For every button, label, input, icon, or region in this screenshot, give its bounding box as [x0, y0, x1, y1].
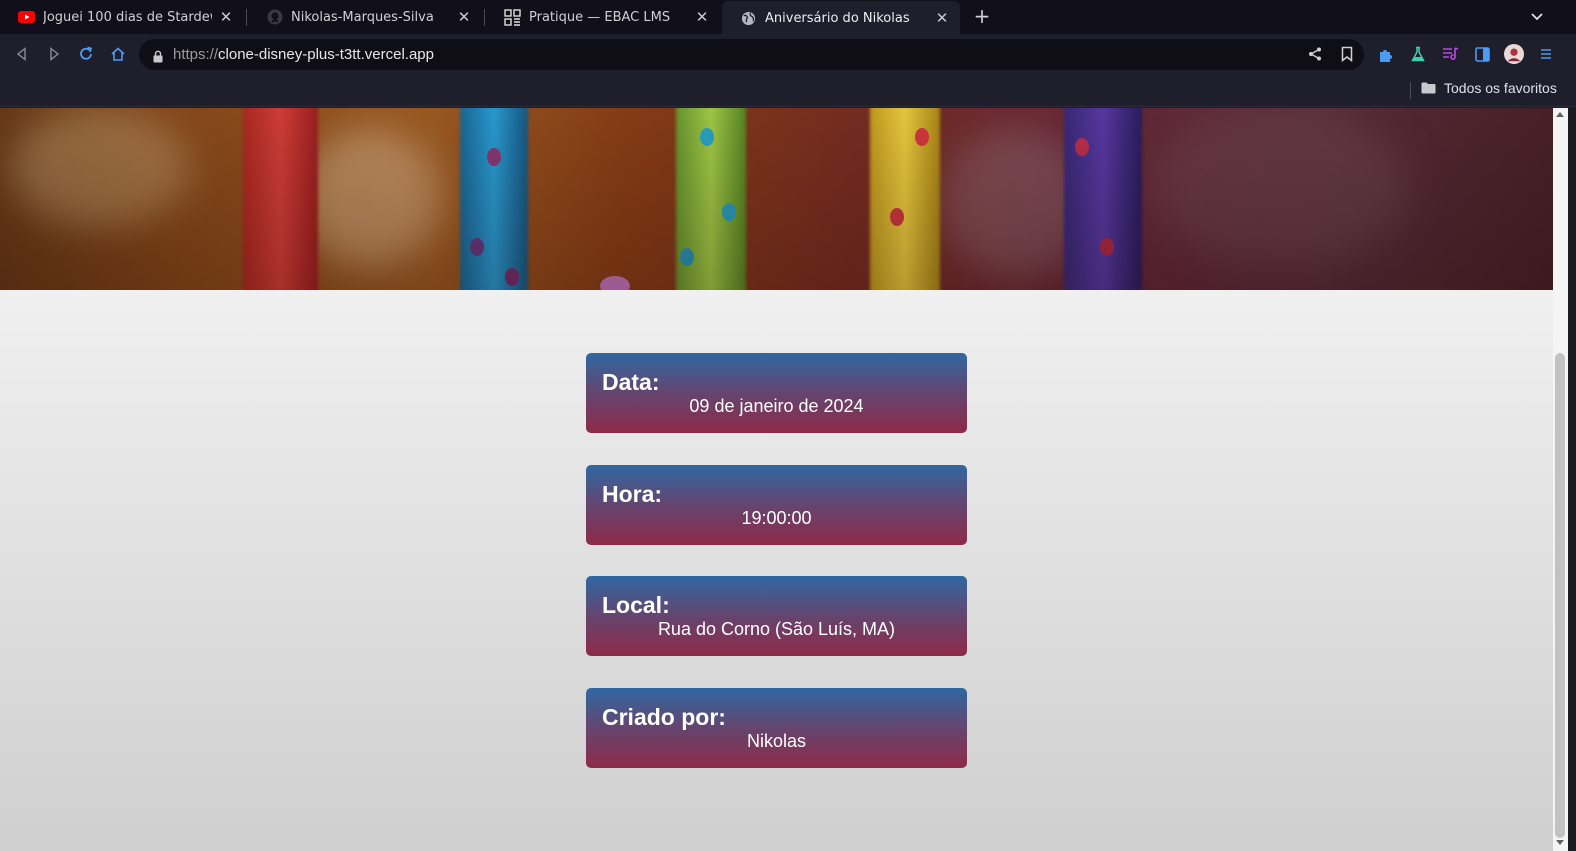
url-text[interactable]: https://clone-disney-plus-t3tt.vercel.ap…	[173, 46, 434, 63]
scroll-up-arrow-icon[interactable]	[1556, 112, 1564, 117]
labs-flask-icon[interactable]	[1408, 44, 1428, 64]
new-tab-button[interactable]: +	[971, 5, 993, 27]
card-label: Local:	[602, 592, 670, 618]
bookmarks-divider	[1410, 82, 1411, 99]
back-button[interactable]	[12, 44, 32, 64]
extensions-puzzle-icon[interactable]	[1376, 44, 1396, 64]
github-icon	[266, 9, 283, 26]
tab-divider	[484, 9, 485, 26]
tab-aniversario[interactable]: Aniversário do Nikolas ✕	[722, 1, 960, 35]
bookmarks-bar: Todos os favoritos	[0, 74, 1576, 107]
tab-ebac[interactable]: Pratique — EBAC LMS ✕	[486, 0, 720, 34]
close-tab-icon[interactable]: ✕	[218, 8, 234, 26]
forward-button[interactable]	[44, 44, 64, 64]
card-value: Rua do Corno (São Luís, MA)	[657, 619, 896, 639]
info-card-hora: Hora: 19:00:00	[586, 465, 967, 545]
info-card-data: Data: 09 de janeiro de 2024	[586, 353, 967, 433]
media-playlist-icon[interactable]	[1440, 44, 1460, 64]
close-tab-icon[interactable]: ✕	[934, 9, 950, 27]
card-value: Nikolas	[746, 731, 807, 751]
share-icon[interactable]	[1305, 44, 1325, 64]
window-edge	[1568, 108, 1576, 851]
home-button[interactable]	[108, 44, 128, 64]
tab-divider	[246, 9, 247, 26]
all-bookmarks-label: Todos os favoritos	[1444, 80, 1557, 96]
tab-title: Joguei 100 dias de Stardew V	[43, 9, 212, 25]
url-host: clone-disney-plus-t3tt.vercel.app	[218, 46, 434, 63]
menu-icon[interactable]	[1536, 44, 1556, 64]
browser-toolbar: https://clone-disney-plus-t3tt.vercel.ap…	[0, 34, 1576, 74]
close-tab-icon[interactable]: ✕	[694, 8, 710, 26]
info-card-local: Local: Rua do Corno (São Luís, MA)	[586, 576, 967, 656]
card-label: Criado por:	[602, 704, 726, 730]
card-value: 09 de janeiro de 2024	[689, 396, 864, 416]
profile-avatar[interactable]	[1504, 44, 1524, 64]
hero-birthday-candles-image	[0, 108, 1553, 290]
tab-title: Aniversário do Nikolas	[765, 10, 910, 26]
card-label: Data:	[602, 369, 660, 395]
folder-icon	[1421, 82, 1436, 94]
url-scheme: https://	[173, 46, 219, 63]
side-panel-icon[interactable]	[1472, 44, 1492, 64]
card-value: 19:00:00	[741, 508, 812, 528]
tab-search-chevron-icon[interactable]	[1528, 8, 1546, 26]
scrollbar-thumb[interactable]	[1555, 353, 1565, 838]
page-scrollbar[interactable]	[1553, 108, 1568, 851]
ebac-icon	[504, 8, 521, 26]
tab-title: Pratique — EBAC LMS	[529, 9, 671, 25]
youtube-icon	[18, 9, 35, 26]
scroll-down-arrow-icon[interactable]	[1556, 840, 1564, 845]
tab-github[interactable]: Nikolas-Marques-Silva ✕	[248, 0, 482, 34]
tab-title: Nikolas-Marques-Silva	[291, 9, 434, 25]
tab-youtube[interactable]: Joguei 100 dias de Stardew V ✕	[0, 0, 244, 34]
globe-icon	[740, 10, 757, 27]
all-bookmarks-button[interactable]: Todos os favoritos	[1421, 80, 1557, 96]
page-viewport: Data: 09 de janeiro de 2024 Hora: 19:00:…	[0, 108, 1553, 851]
reload-button[interactable]	[76, 44, 96, 64]
info-card-criado-por: Criado por: Nikolas	[586, 688, 967, 768]
address-bar[interactable]: https://clone-disney-plus-t3tt.vercel.ap…	[139, 39, 1364, 70]
card-label: Hora:	[602, 481, 663, 507]
lock-icon[interactable]	[152, 48, 164, 63]
tab-strip: Joguei 100 dias de Stardew V ✕ Nikolas-M…	[0, 0, 1576, 35]
bookmark-star-icon[interactable]	[1337, 44, 1357, 64]
close-tab-icon[interactable]: ✕	[456, 8, 472, 26]
